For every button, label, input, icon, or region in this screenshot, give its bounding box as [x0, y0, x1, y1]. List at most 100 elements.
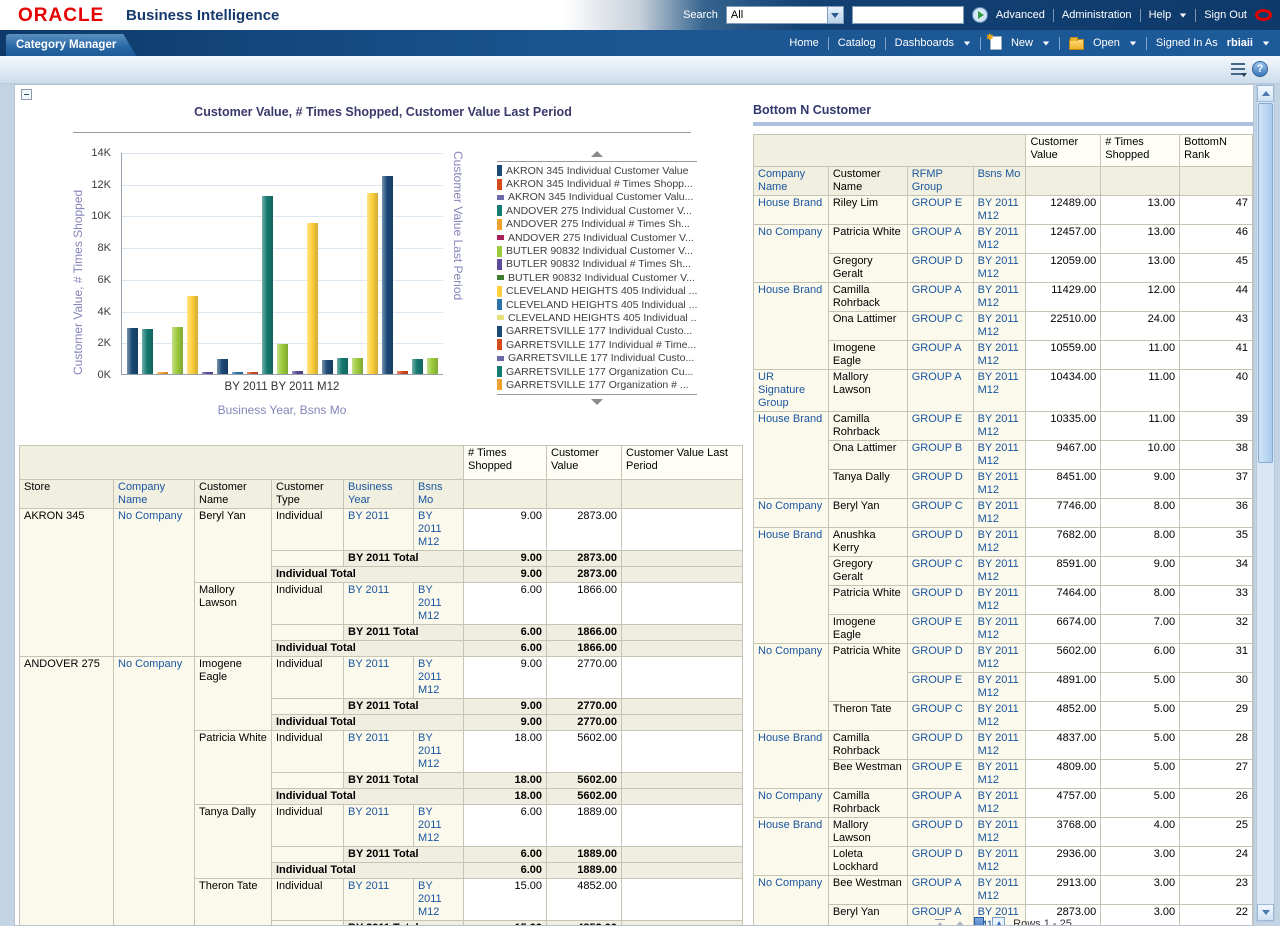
table-link-cell[interactable]: BY 2011 M12: [973, 283, 1026, 312]
chevron-down-icon[interactable]: [1130, 41, 1136, 45]
table-link-cell[interactable]: BY 2011: [344, 509, 414, 551]
help-icon[interactable]: ?: [1252, 61, 1268, 77]
username[interactable]: rbiaii: [1227, 37, 1253, 49]
dimension-column-header[interactable]: Bsns Mo: [414, 480, 464, 509]
administration-link[interactable]: Administration: [1062, 9, 1132, 21]
table-link-cell[interactable]: GROUP D: [907, 528, 973, 557]
table-link-cell[interactable]: BY 2011 M12: [414, 879, 464, 921]
chevron-down-icon[interactable]: [964, 41, 970, 45]
bar[interactable]: [277, 344, 288, 374]
table-link-cell[interactable]: BY 2011 M12: [414, 657, 464, 699]
table-link-cell[interactable]: BY 2011 M12: [973, 731, 1026, 760]
scroll-up-icon[interactable]: [1257, 85, 1274, 102]
table-link-cell[interactable]: BY 2011 M12: [973, 312, 1026, 341]
table-link-cell[interactable]: BY 2011 M12: [973, 370, 1026, 412]
bar[interactable]: [367, 193, 378, 374]
table-link-cell[interactable]: BY 2011 M12: [973, 702, 1026, 731]
table-link-cell[interactable]: BY 2011 M12: [414, 731, 464, 773]
table-link-cell[interactable]: GROUP E: [907, 760, 973, 789]
catalog-link[interactable]: Catalog: [838, 37, 876, 49]
bar[interactable]: [127, 328, 138, 374]
chevron-down-icon[interactable]: [827, 7, 843, 23]
table-link-cell[interactable]: BY 2011 M12: [414, 805, 464, 847]
collapse-section-button[interactable]: [21, 89, 32, 100]
bar[interactable]: [352, 358, 363, 374]
table-link-cell[interactable]: House Brand: [754, 283, 829, 370]
table-link-cell[interactable]: No Company: [754, 789, 829, 818]
bar[interactable]: [397, 371, 408, 374]
bar[interactable]: [427, 358, 438, 374]
legend-scroll-down-icon[interactable]: [497, 397, 697, 407]
table-link-cell[interactable]: BY 2011 M12: [973, 254, 1026, 283]
table-link-cell[interactable]: House Brand: [754, 528, 829, 644]
dimension-column-header[interactable]: Company Name: [114, 480, 195, 509]
table-link-cell[interactable]: GROUP D: [907, 470, 973, 499]
table-link-cell[interactable]: BY 2011 M12: [973, 557, 1026, 586]
new-menu[interactable]: New: [1011, 37, 1033, 49]
table-link-cell[interactable]: BY 2011 M12: [973, 760, 1026, 789]
bar[interactable]: [322, 360, 333, 374]
scroll-down-icon[interactable]: [1257, 904, 1274, 921]
bar[interactable]: [337, 358, 348, 374]
table-link-cell[interactable]: GROUP C: [907, 499, 973, 528]
table-link-cell[interactable]: GROUP A: [907, 789, 973, 818]
table-link-cell[interactable]: GROUP E: [907, 412, 973, 441]
bar[interactable]: [157, 372, 168, 374]
table-link-cell[interactable]: BY 2011 M12: [973, 818, 1026, 847]
search-go-button[interactable]: [972, 7, 988, 23]
tab-category-manager[interactable]: Category Manager: [6, 34, 136, 56]
table-link-cell[interactable]: BY 2011 M12: [973, 586, 1026, 615]
table-link-cell[interactable]: GROUP E: [907, 196, 973, 225]
table-link-cell[interactable]: GROUP A: [907, 225, 973, 254]
table-link-cell[interactable]: GROUP D: [907, 847, 973, 876]
table-link-cell[interactable]: GROUP C: [907, 557, 973, 586]
table-link-cell[interactable]: No Company: [754, 499, 829, 528]
table-link-cell[interactable]: BY 2011: [344, 805, 414, 847]
legend-scroll-up-icon[interactable]: [497, 149, 697, 159]
advanced-link[interactable]: Advanced: [996, 9, 1045, 21]
table-link-cell[interactable]: GROUP A: [907, 370, 973, 412]
open-menu[interactable]: Open: [1093, 37, 1120, 49]
table-link-cell[interactable]: GROUP C: [907, 702, 973, 731]
table-link-cell[interactable]: House Brand: [754, 412, 829, 499]
table-link-cell[interactable]: BY 2011 M12: [973, 528, 1026, 557]
table-link-cell[interactable]: UR Signature Group: [754, 370, 829, 412]
page-options-icon[interactable]: [1231, 63, 1245, 75]
vertical-scrollbar[interactable]: [1256, 84, 1275, 922]
dimension-column-header[interactable]: RFMP Group: [907, 167, 973, 196]
bar[interactable]: [292, 371, 303, 374]
bar[interactable]: [217, 359, 228, 374]
table-link-cell[interactable]: BY 2011 M12: [973, 499, 1026, 528]
bar[interactable]: [202, 372, 213, 374]
first-rows-icon[interactable]: [934, 919, 946, 926]
dimension-column-header[interactable]: Company Name: [754, 167, 829, 196]
table-link-cell[interactable]: BY 2011 M12: [973, 789, 1026, 818]
help-menu[interactable]: Help: [1149, 9, 1172, 21]
chevron-down-icon[interactable]: [1263, 41, 1269, 45]
search-scope-select[interactable]: All: [726, 6, 844, 24]
table-link-cell[interactable]: BY 2011 M12: [414, 509, 464, 551]
table-link-cell[interactable]: BY 2011 M12: [973, 847, 1026, 876]
table-link-cell[interactable]: BY 2011 M12: [973, 412, 1026, 441]
table-link-cell[interactable]: No Company: [754, 644, 829, 731]
table-link-cell[interactable]: GROUP A: [907, 341, 973, 370]
page-icon[interactable]: [974, 917, 984, 926]
bar[interactable]: [247, 372, 258, 374]
table-link-cell[interactable]: House Brand: [754, 731, 829, 789]
dashboards-menu[interactable]: Dashboards: [895, 37, 954, 49]
bar[interactable]: [412, 359, 423, 374]
bar[interactable]: [172, 327, 183, 374]
home-link[interactable]: Home: [789, 37, 818, 49]
table-link-cell[interactable]: BY 2011 M12: [973, 644, 1026, 673]
table-link-cell[interactable]: GROUP D: [907, 818, 973, 847]
table-link-cell[interactable]: GROUP E: [907, 673, 973, 702]
dimension-column-header[interactable]: Business Year: [344, 480, 414, 509]
table-link-cell[interactable]: BY 2011 M12: [973, 196, 1026, 225]
table-link-cell[interactable]: BY 2011: [344, 657, 414, 699]
chevron-down-icon[interactable]: [1043, 41, 1049, 45]
table-link-cell[interactable]: GROUP D: [907, 731, 973, 760]
table-link-cell[interactable]: GROUP E: [907, 615, 973, 644]
table-link-cell[interactable]: House Brand: [754, 818, 829, 876]
dimension-column-header[interactable]: Bsns Mo: [973, 167, 1026, 196]
table-link-cell[interactable]: BY 2011 M12: [973, 341, 1026, 370]
